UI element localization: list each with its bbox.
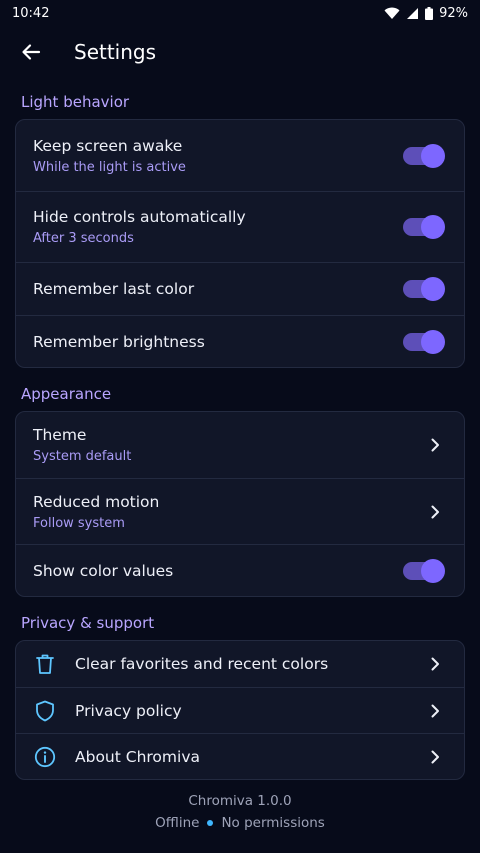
remember-last-color-toggle[interactable] [403, 277, 445, 301]
wifi-icon [384, 7, 400, 19]
toggle-knob [421, 143, 445, 168]
light-behavior-card: Keep screen awake While the light is act… [15, 119, 465, 368]
appearance-card: Theme System default Reduced motion Foll… [15, 411, 465, 597]
info-icon [33, 745, 57, 769]
remember-brightness-toggle[interactable] [403, 330, 445, 354]
show-color-values-toggle[interactable] [403, 558, 445, 583]
setting-label: Theme [33, 426, 87, 444]
setting-show-color-values[interactable]: Show color values [16, 545, 464, 596]
setting-label: Show color values [33, 561, 174, 580]
keep-screen-awake-toggle[interactable] [403, 143, 445, 168]
setting-label: Reduced motion [33, 492, 160, 511]
chevron-right-icon [431, 657, 439, 671]
chevron-right-icon [431, 750, 439, 763]
trash-icon [33, 652, 57, 676]
chevron-right-icon [431, 505, 439, 518]
footer-status: Offline No permissions [0, 815, 480, 831]
cellular-icon [407, 7, 419, 19]
setting-theme[interactable]: Theme System default [16, 412, 464, 479]
privacy-policy-item[interactable]: Privacy policy [16, 688, 464, 734]
toggle-knob [421, 330, 445, 354]
toggle-knob [421, 215, 445, 239]
chevron-right-icon [431, 704, 439, 717]
setting-label: Remember last color [33, 280, 195, 298]
status-icons: 92% [384, 6, 468, 21]
setting-sublabel: While the light is active [33, 159, 186, 175]
item-label: Privacy policy [75, 701, 182, 720]
offline-status: Offline [155, 815, 200, 831]
permissions-status: No permissions [221, 815, 325, 831]
toggle-knob [421, 277, 445, 301]
separator-dot [207, 820, 214, 826]
setting-sublabel: Follow system [33, 515, 125, 531]
setting-hide-controls[interactable]: Hide controls automatically After 3 seco… [16, 192, 464, 263]
setting-keep-screen-awake[interactable]: Keep screen awake While the light is act… [16, 120, 464, 192]
about-item[interactable]: About Chromiva [16, 734, 464, 779]
privacy-support-card: Clear favorites and recent colors Privac… [15, 640, 465, 780]
setting-label: Hide controls automatically [33, 208, 246, 226]
arrow-left-icon [22, 44, 41, 60]
app-bar: Settings [0, 26, 480, 78]
setting-reduced-motion[interactable]: Reduced motion Follow system [16, 479, 464, 545]
section-title-appearance: Appearance [21, 385, 112, 403]
toggle-knob [421, 558, 445, 583]
setting-sublabel: After 3 seconds [33, 231, 134, 246]
shield-icon [33, 699, 57, 723]
battery-percent: 92% [439, 5, 468, 21]
page-title: Settings [74, 40, 157, 64]
setting-label: Remember brightness [33, 333, 205, 351]
section-title-privacy-support: Privacy & support [21, 614, 155, 632]
back-button[interactable] [9, 30, 53, 74]
footer: Chromiva 1.0.0 Offline No permissions [0, 793, 480, 831]
setting-label: Keep screen awake [33, 136, 183, 155]
setting-remember-last-color[interactable]: Remember last color [16, 263, 464, 316]
app-version: Chromiva 1.0.0 [188, 793, 292, 809]
clear-favorites-item[interactable]: Clear favorites and recent colors [16, 641, 464, 688]
section-title-light-behavior: Light behavior [21, 93, 130, 111]
item-label: Clear favorites and recent colors [75, 655, 329, 673]
item-label: About Chromiva [75, 747, 200, 766]
status-bar: 10:42 92% [0, 0, 480, 26]
setting-remember-brightness[interactable]: Remember brightness [16, 316, 464, 367]
setting-sublabel: System default [33, 449, 132, 464]
hide-controls-toggle[interactable] [403, 215, 445, 239]
battery-icon [425, 6, 434, 20]
status-time: 10:42 [12, 5, 50, 21]
chevron-right-icon [431, 438, 439, 452]
